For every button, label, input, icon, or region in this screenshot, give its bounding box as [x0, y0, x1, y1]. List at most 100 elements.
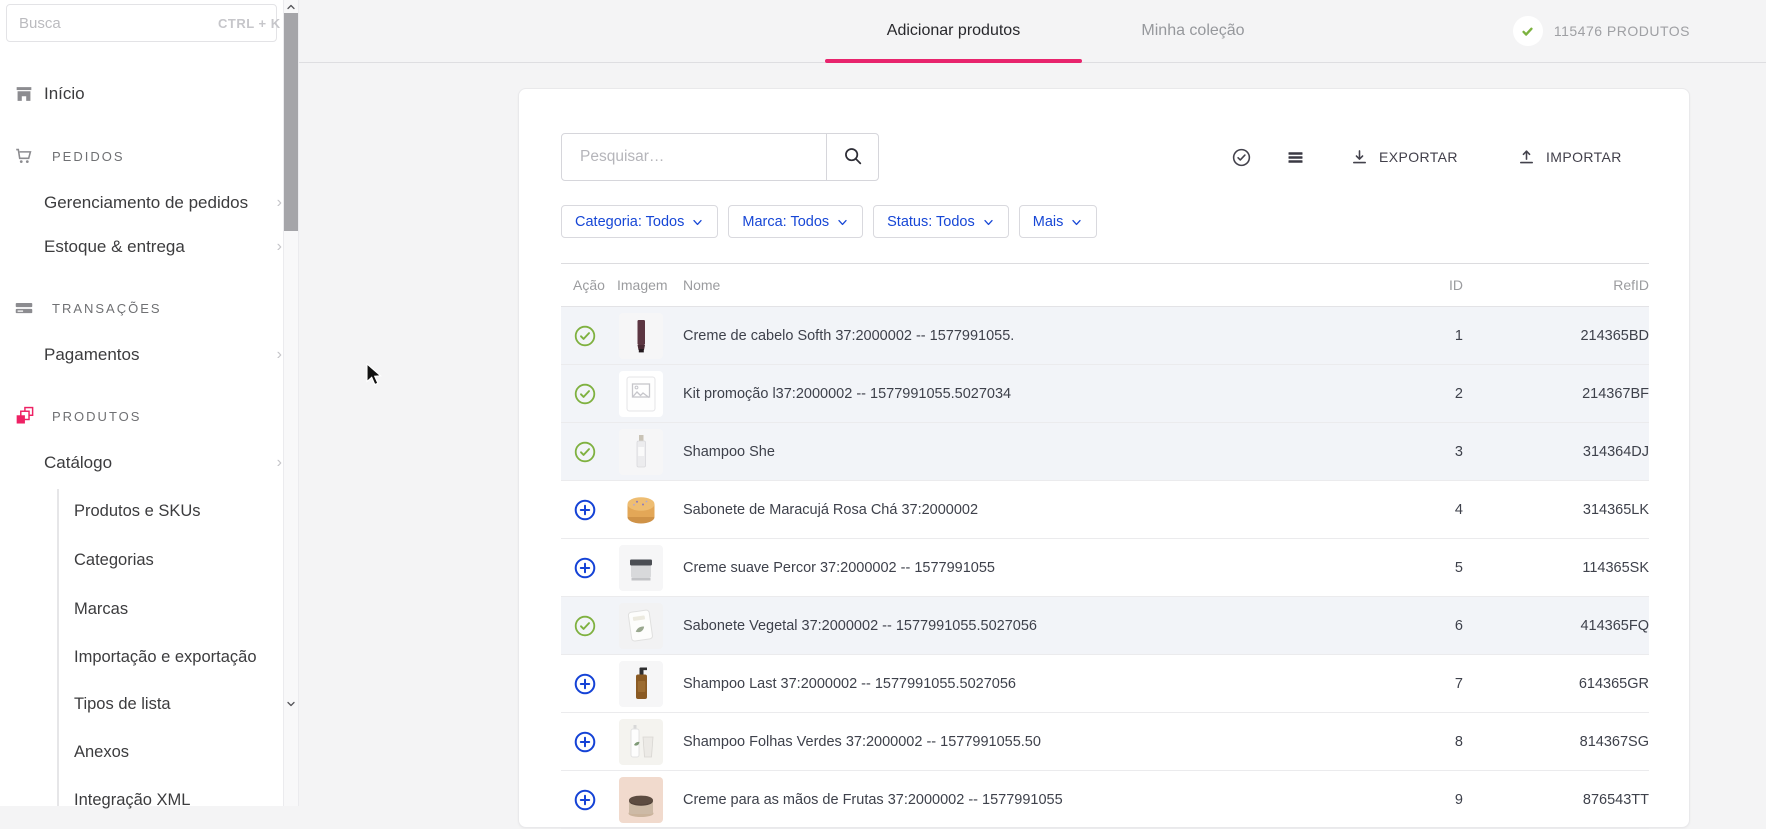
list-view-button[interactable]: [1285, 143, 1306, 171]
added-check-button[interactable]: [573, 439, 599, 465]
filter-chip-categoria-todos[interactable]: Categoria: Todos: [561, 205, 719, 238]
product-id: 5: [1454, 559, 1463, 576]
sidebar-item-transacoes[interactable]: TRANSAÇÕES: [0, 294, 283, 322]
action-cell: [561, 439, 617, 465]
sidebar-item-pedidos[interactable]: PEDIDOS: [0, 142, 283, 170]
product-name: Creme suave Percor 37:2000002 -- 1577991…: [683, 559, 995, 576]
select-added-button[interactable]: [1231, 143, 1252, 171]
products-count-label: 115476 PRODUTOS: [1553, 23, 1690, 39]
sidebar-item-pagamentos[interactable]: Pagamentos ›: [0, 341, 283, 369]
chevron-down-icon: [691, 214, 704, 229]
sidebar-nav: Início PEDIDOS Gerenciamento de pedidos › Es…: [0, 0, 283, 809]
action-cell: [561, 381, 617, 407]
filter-chip-label: Categoria: Todos: [575, 213, 685, 230]
sidebar-item-label: Anexos: [74, 742, 130, 761]
sidebar-item-label: Catálogo: [44, 453, 113, 472]
filter-chip-status-todos[interactable]: Status: Todos: [873, 205, 1009, 238]
sidebar-item-label: Produtos e SKUs: [74, 501, 201, 520]
download-icon: [1349, 147, 1370, 168]
sidebar-item-label: Início: [44, 84, 85, 103]
added-check-button[interactable]: [573, 323, 599, 349]
cart-icon: [13, 145, 35, 167]
filter-chip-marca-todos[interactable]: Marca: Todos: [728, 205, 864, 238]
sidebar-item-tipos-de-lista[interactable]: Tipos de lista: [0, 690, 283, 718]
filter-chip-mais[interactable]: Mais: [1018, 205, 1098, 238]
product-id: 6: [1454, 617, 1463, 634]
sidebar-item-anexos[interactable]: Anexos: [0, 738, 283, 766]
sidebar: CTRL + K InícioPEDIDOSGerenciamento de p…: [0, 0, 283, 809]
sidebar-item-label: PEDIDOS: [52, 148, 125, 164]
upload-icon: [1516, 147, 1537, 168]
add-product-button[interactable]: [573, 497, 599, 523]
product-search-input[interactable]: [561, 133, 827, 181]
product-image: [619, 486, 663, 533]
table-row: Shampoo Last 37:2000002 -- 1577991055.50…: [561, 655, 1649, 713]
action-cell: [561, 497, 617, 523]
scroll-up-icon[interactable]: [285, 1, 297, 13]
search-button[interactable]: [826, 133, 879, 181]
sidebar-item-importacao-e-exportacao[interactable]: Importação e exportação: [0, 643, 283, 671]
table-body: Creme de cabelo Softh 37:2000002 -- 1577…: [561, 307, 1649, 829]
product-refid: 814367SG: [1579, 733, 1649, 750]
product-image: [619, 602, 663, 649]
scrollbar-thumb[interactable]: [284, 13, 298, 231]
table-row: Sabonete de Maracujá Rosa Chá 37:2000002…: [561, 481, 1649, 539]
product-id: 2: [1454, 385, 1463, 402]
sidebar-item-label: PRODUTOS: [52, 408, 142, 424]
tab-adicionar-produtos[interactable]: Adicionar produtos: [825, 0, 1082, 63]
product-name: Kit promoção l37:2000002 -- 1577991055.5…: [683, 385, 1012, 402]
table-row: Shampoo Folhas Verdes 37:2000002 -- 1577…: [561, 713, 1649, 771]
store-icon: [13, 83, 35, 105]
sidebar-item-label: Pagamentos: [44, 345, 140, 364]
import-label: IMPORTAR: [1546, 149, 1622, 165]
filter-bar: Categoria: Todos Marca: Todos Status: Todo…: [561, 205, 1098, 238]
sidebar-item-label: Categorias: [74, 550, 154, 569]
chevron-down-icon: [836, 214, 849, 229]
image-cell: [617, 718, 683, 765]
sidebar-item-marcas[interactable]: Marcas: [0, 595, 283, 623]
check-circle-icon: [1231, 147, 1252, 168]
scroll-down-icon[interactable]: [285, 698, 297, 710]
product-refid: 114365SK: [1582, 559, 1649, 576]
action-cell: [561, 555, 617, 581]
sidebar-item-produtos-e-skus[interactable]: Produtos e SKUs: [0, 497, 283, 525]
product-refid: 214367BF: [1582, 385, 1649, 402]
table-row: Creme de cabelo Softh 37:2000002 -- 1577…: [561, 307, 1649, 365]
sidebar-item-label: TRANSAÇÕES: [52, 300, 162, 316]
product-name: Creme de cabelo Softh 37:2000002 -- 1577…: [683, 327, 1015, 344]
image-cell: [617, 312, 683, 359]
image-cell: [617, 776, 683, 823]
add-product-button[interactable]: [573, 555, 599, 581]
action-cell: [561, 671, 617, 697]
sidebar-item-integracao-xml[interactable]: Integração XML: [0, 786, 283, 814]
export-button[interactable]: EXPORTAR: [1349, 143, 1458, 171]
add-product-button[interactable]: [573, 729, 599, 755]
filter-chip-label: Marca: Todos: [742, 213, 830, 230]
product-id: 4: [1454, 501, 1463, 518]
sidebar-item-gerenciamento-de-pedidos[interactable]: Gerenciamento de pedidos ›: [0, 189, 283, 217]
add-product-button[interactable]: [573, 787, 599, 813]
products-table: Ação Imagem Nome ID RefID Creme de cabel…: [561, 263, 1649, 829]
sidebar-item-inicio[interactable]: Início: [0, 80, 283, 108]
chevron-right-icon: ›: [276, 238, 282, 255]
tab-minha-colecao[interactable]: Minha coleção: [1082, 0, 1304, 62]
column-header-nome: Nome: [683, 277, 721, 293]
added-check-button[interactable]: [573, 381, 599, 407]
sidebar-item-produtos[interactable]: PRODUTOS: [0, 402, 283, 430]
add-product-button[interactable]: [573, 671, 599, 697]
sidebar-item-estoque-entrega[interactable]: Estoque & entrega ›: [0, 233, 283, 261]
product-refid: 314364DJ: [1582, 443, 1649, 460]
sidebar-item-catalogo[interactable]: Catálogo ›: [0, 449, 283, 477]
table-header: Ação Imagem Nome ID RefID: [561, 263, 1649, 307]
added-check-button[interactable]: [573, 613, 599, 639]
product-image: [619, 312, 663, 359]
table-row: Creme suave Percor 37:2000002 -- 1577991…: [561, 539, 1649, 597]
sidebar-scrollbar[interactable]: [283, 0, 299, 806]
sidebar-item-label: Gerenciamento de pedidos: [44, 193, 249, 212]
import-button[interactable]: IMPORTAR: [1516, 143, 1622, 171]
sidebar-item-categorias[interactable]: Categorias: [0, 546, 283, 574]
active-tab-underline: [825, 59, 1082, 63]
image-cell: [617, 544, 683, 591]
product-refid: 414365FQ: [1580, 617, 1649, 634]
mouse-cursor: [366, 362, 383, 392]
